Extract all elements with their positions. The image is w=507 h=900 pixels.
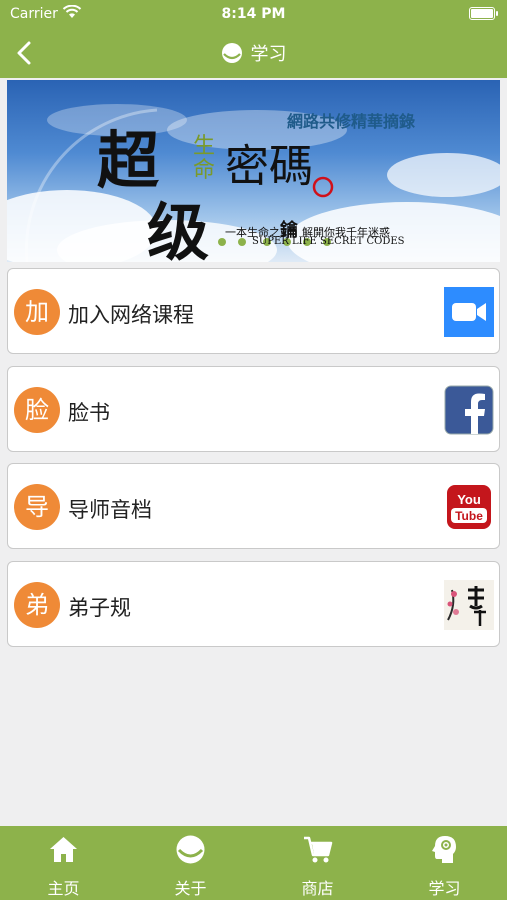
battery-icon <box>469 7 498 20</box>
banner-english-title: SUPER LIFE SECRET CODES <box>252 236 405 247</box>
tab-about[interactable]: 关于 <box>127 826 254 900</box>
menu-label: 弟子规 <box>68 596 131 620</box>
menu-item-online-course[interactable]: 加 加入网络课程 <box>7 268 500 354</box>
zoom-icon <box>444 287 494 337</box>
banner-image: 超 级 生命 密碼 網路共修精華摘錄 一本生命之鑰 解開你我千年迷惑 SUPER … <box>7 80 500 262</box>
tab-shop[interactable]: 商店 <box>254 826 381 900</box>
menu-label: 脸书 <box>68 401 110 425</box>
menu-badge: 脸 <box>14 387 60 433</box>
banner-title-main: 密碼 <box>225 141 313 192</box>
menu-label: 加入网络课程 <box>68 303 194 327</box>
home-icon <box>50 837 77 862</box>
clock: 8:14 PM <box>221 6 286 22</box>
logo-icon <box>221 43 242 63</box>
menu-badge: 加 <box>14 289 60 335</box>
tab-label: 商店 <box>301 879 334 898</box>
top-bar: Carrier 8:14 PM 学习 <box>0 0 507 78</box>
dizigui-icon <box>444 580 494 630</box>
banner-tagline-top: 網路共修精華摘錄 <box>287 112 416 131</box>
tab-label: 主页 <box>47 879 80 898</box>
nav-bar: 学习 <box>0 28 507 78</box>
page-title: 学习 <box>0 40 507 66</box>
page-title-text: 学习 <box>250 44 287 65</box>
banner-title-small: 生命 <box>193 134 216 183</box>
facebook-icon <box>444 385 494 435</box>
tab-study[interactable]: 学习 <box>381 826 507 900</box>
tab-home[interactable]: 主页 <box>0 826 127 900</box>
menu-item-teacher-audio[interactable]: 导 导师音档 You Tube <box>7 463 500 549</box>
svg-text:You: You <box>457 492 481 507</box>
status-bar: Carrier 8:14 PM <box>0 0 507 28</box>
cart-icon <box>304 836 333 863</box>
tab-label: 关于 <box>174 879 207 898</box>
menu-badge: 导 <box>14 484 60 530</box>
tab-label: 学习 <box>428 879 461 898</box>
menu-badge: 弟 <box>14 582 60 628</box>
head-icon <box>432 836 456 863</box>
tab-bar: 主页 关于 商店 学习 <box>0 826 507 900</box>
logo-icon <box>176 835 205 864</box>
svg-text:Tube: Tube <box>455 509 483 523</box>
youtube-icon: You Tube <box>447 485 491 529</box>
menu-item-dizigui[interactable]: 弟 弟子规 <box>7 561 500 647</box>
menu-item-facebook[interactable]: 脸 脸书 <box>7 366 500 452</box>
banner-title-big-2: 级 <box>147 196 210 262</box>
menu-label: 导师音档 <box>68 498 152 522</box>
